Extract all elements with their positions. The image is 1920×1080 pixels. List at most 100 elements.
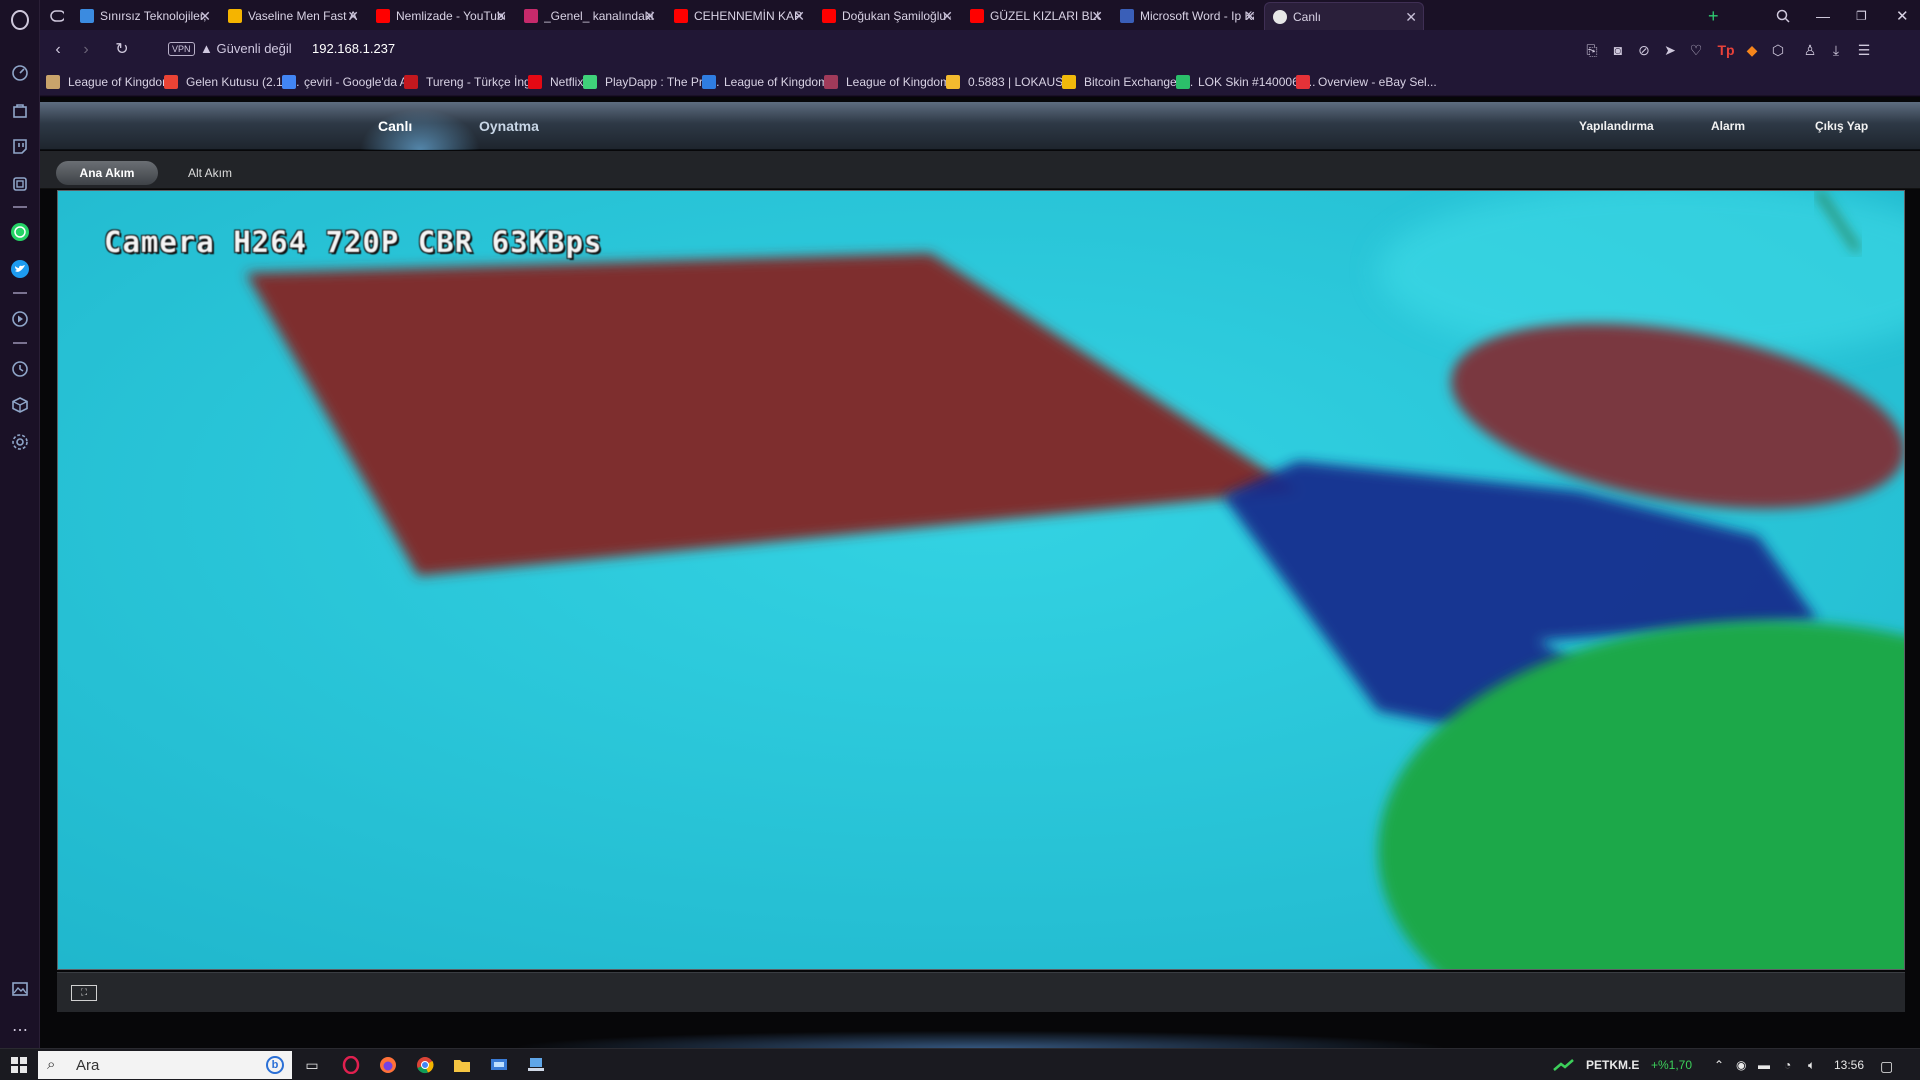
settings-gear-icon[interactable] xyxy=(8,430,32,454)
battery-icon[interactable]: ▬ xyxy=(1758,1058,1770,1072)
remote-desktop-icon[interactable] xyxy=(525,1055,547,1075)
video-overlay-text: Camera H264 720P CBR 63KBps xyxy=(104,225,603,259)
player-icon[interactable] xyxy=(8,307,32,331)
history-clock-icon[interactable] xyxy=(8,357,32,381)
nav-alarm[interactable]: Alarm xyxy=(1711,119,1745,133)
speed-dial-icon[interactable] xyxy=(8,61,32,85)
close-window-button[interactable]: ✕ xyxy=(1888,2,1918,30)
share-icon[interactable]: ⎘ xyxy=(1582,40,1602,60)
workspace-icon[interactable] xyxy=(42,2,72,30)
bookmark-item[interactable]: Gelen Kutusu (2.18... xyxy=(164,75,299,89)
profile-icon[interactable]: ♙ xyxy=(1800,40,1820,60)
crypto-wallet-icon[interactable] xyxy=(8,172,32,196)
ticker-change[interactable]: +%1,70 xyxy=(1651,1058,1692,1072)
file-explorer-icon[interactable] xyxy=(451,1055,473,1075)
security-warning[interactable]: ▲ Güvenli değil xyxy=(200,41,292,56)
bookmark-item[interactable]: PlayDapp : The Pre... xyxy=(583,75,720,89)
image-gallery-icon[interactable] xyxy=(8,977,32,1001)
whatsapp-icon[interactable] xyxy=(8,220,32,244)
metamask-fox-icon[interactable]: ◆ xyxy=(1742,40,1762,60)
task-view-icon[interactable]: ▭ xyxy=(301,1055,323,1075)
close-tab-icon[interactable]: ✕ xyxy=(1091,8,1103,25)
close-tab-icon[interactable]: ✕ xyxy=(793,8,805,25)
new-tab-button[interactable]: + xyxy=(1700,2,1730,30)
close-tab-icon[interactable]: ✕ xyxy=(1244,8,1256,25)
bookmark-item[interactable]: Netflix xyxy=(528,75,583,89)
extension-tp-icon[interactable]: Tp xyxy=(1716,40,1736,60)
wifi-icon[interactable]: ◔ xyxy=(1784,1058,1791,1072)
bookmark-item[interactable]: çeviri - Google'da A... xyxy=(282,75,418,89)
bookmark-item[interactable]: LOK Skin #1400066... xyxy=(1176,75,1315,89)
snapshot-camera-icon[interactable]: ◙ xyxy=(1608,40,1628,60)
browser-tab[interactable]: Nemlizade - YouTube ✕ xyxy=(368,2,513,30)
opera-logo-icon[interactable] xyxy=(8,8,32,32)
send-icon[interactable]: ➤ xyxy=(1660,40,1680,60)
restore-button[interactable]: ❐ xyxy=(1848,2,1878,30)
notifications-icon[interactable]: ▢ xyxy=(1880,1058,1893,1075)
chrome-icon[interactable] xyxy=(414,1055,436,1075)
bookmark-item[interactable]: Tureng - Türkçe İng... xyxy=(404,75,541,89)
nav-playback[interactable]: Oynatma xyxy=(479,118,539,134)
sub-stream-tab[interactable]: Alt Akım xyxy=(170,161,250,185)
bookmark-item[interactable]: Overview - eBay Sel... xyxy=(1296,75,1437,89)
nav-live[interactable]: Canlı xyxy=(378,118,412,134)
bookmark-item[interactable]: 0.5883 | LOKAUS... xyxy=(946,75,1073,89)
tab-search-icon[interactable] xyxy=(1768,2,1798,30)
reload-button[interactable]: ↻ xyxy=(112,40,132,60)
menu-icon[interactable]: ☰ xyxy=(1854,40,1874,60)
youtube-icon xyxy=(674,9,688,23)
stock-up-trend-icon[interactable] xyxy=(1553,1055,1575,1075)
minimize-button[interactable]: — xyxy=(1808,2,1838,30)
browser-tab[interactable]: Canlı ✕ xyxy=(1264,2,1424,30)
close-tab-icon[interactable]: ✕ xyxy=(495,8,507,25)
close-tab-icon[interactable]: ✕ xyxy=(199,8,211,25)
back-button[interactable]: ‹ xyxy=(48,40,68,60)
browser-tab[interactable]: Vaseline Men Fast Abso✕ xyxy=(220,2,365,30)
stream-selector: Ana Akım Alt Akım xyxy=(40,151,1920,189)
extensions-icon[interactable]: ⬡ xyxy=(1768,40,1788,60)
browser-tab[interactable]: _Genel_ kanalındaki top✕ xyxy=(516,2,662,30)
main-stream-tab[interactable]: Ana Akım xyxy=(56,161,158,185)
browser-tab[interactable]: GÜZEL KIZLARI BLUETO✕ xyxy=(962,2,1109,30)
close-tab-icon[interactable]: ✕ xyxy=(1405,9,1417,26)
control-panel-icon[interactable] xyxy=(488,1055,510,1075)
footer-glow xyxy=(40,1013,1920,1048)
extensions-cube-icon[interactable] xyxy=(8,393,32,417)
url-field[interactable]: 192.168.1.237 xyxy=(312,41,395,56)
bookmark-item[interactable]: Bitcoin Exchange |... xyxy=(1062,75,1193,89)
nav-configuration[interactable]: Yapılandırma xyxy=(1579,119,1654,133)
browser-tab[interactable]: Sınırsız Teknolojiler, Gü✕ xyxy=(72,2,217,30)
twitch-icon[interactable] xyxy=(8,135,32,159)
webcam-tray-icon[interactable]: ◉ xyxy=(1736,1058,1746,1072)
browser-tab[interactable]: Microsoft Word - Ip Kar ✕ xyxy=(1112,2,1262,30)
firefox-icon[interactable] xyxy=(377,1055,399,1075)
bookmark-item[interactable]: League of Kingdoms xyxy=(46,75,178,89)
forward-button[interactable]: › xyxy=(76,40,96,60)
download-icon[interactable]: ⤓ xyxy=(1826,40,1846,60)
close-tab-icon[interactable]: ✕ xyxy=(347,8,359,25)
live-video-view[interactable]: Camera H264 720P CBR 63KBps xyxy=(57,190,1905,970)
browser-tab[interactable]: CEHENNEMİN KAPI ✕ xyxy=(666,2,811,30)
nav-logout[interactable]: Çıkış Yap xyxy=(1815,119,1868,133)
opera-gx-taskbar-icon[interactable] xyxy=(340,1055,362,1075)
windows-start-icon[interactable] xyxy=(8,1055,30,1075)
vpn-badge[interactable]: VPN xyxy=(168,42,195,56)
tray-expand-icon[interactable]: ⌃ xyxy=(1714,1058,1724,1072)
close-tab-icon[interactable]: ✕ xyxy=(941,8,953,25)
taskbar-search[interactable]: ⌕ Ara b xyxy=(38,1051,292,1079)
volume-icon[interactable]: 🔈︎ xyxy=(1808,1058,1815,1073)
taskbar-clock[interactable]: 13:56 xyxy=(1834,1058,1864,1072)
close-tab-icon[interactable]: ✕ xyxy=(644,8,656,25)
fullscreen-button[interactable]: ⛶ xyxy=(71,985,97,1001)
tab-strip: Sınırsız Teknolojiler, Gü✕Vaseline Men F… xyxy=(40,0,1920,30)
bookmark-item[interactable]: League of Kingdom... xyxy=(702,75,838,89)
bookmark-heart-icon[interactable]: ♡ xyxy=(1686,40,1706,60)
bing-icon[interactable]: b xyxy=(266,1056,284,1074)
more-options-icon[interactable]: ⋯ xyxy=(8,1018,32,1042)
ticker-symbol[interactable]: PETKM.E xyxy=(1586,1058,1639,1072)
adblock-icon[interactable]: ⊘ xyxy=(1634,40,1654,60)
shopping-bag-icon[interactable] xyxy=(8,98,32,122)
bookmark-item[interactable]: League of Kingdom... xyxy=(824,75,960,89)
browser-tab[interactable]: Doğukan Şamiloğlu - Yo✕ xyxy=(814,2,959,30)
twitter-icon[interactable] xyxy=(8,257,32,281)
